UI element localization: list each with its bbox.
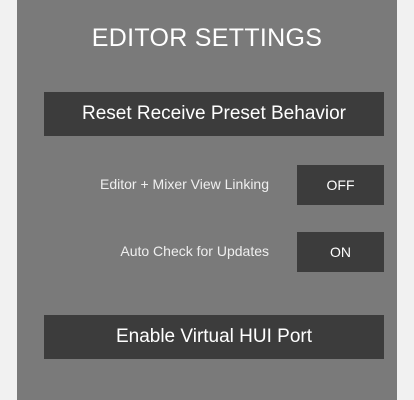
auto-check-updates-toggle[interactable]: ON [297, 232, 384, 272]
reset-receive-preset-behavior-button[interactable]: Reset Receive Preset Behavior [44, 92, 384, 136]
panel-title: EDITOR SETTINGS [91, 24, 323, 52]
hui-button-label: Enable Virtual HUI Port [115, 326, 313, 347]
reset-button-label: Reset Receive Preset Behavior [81, 103, 346, 124]
toggle-value: OFF [326, 177, 355, 193]
auto-check-updates-label: Auto Check for Updates [120, 243, 269, 259]
editor-mixer-view-linking-toggle[interactable]: OFF [297, 165, 384, 205]
editor-mixer-view-linking-label: Editor + Mixer View Linking [100, 176, 269, 192]
editor-settings-panel: EDITOR SETTINGS Reset Receive Preset Beh… [17, 0, 397, 400]
toggle-value: ON [330, 244, 351, 260]
enable-virtual-hui-port-button[interactable]: Enable Virtual HUI Port [44, 315, 384, 359]
